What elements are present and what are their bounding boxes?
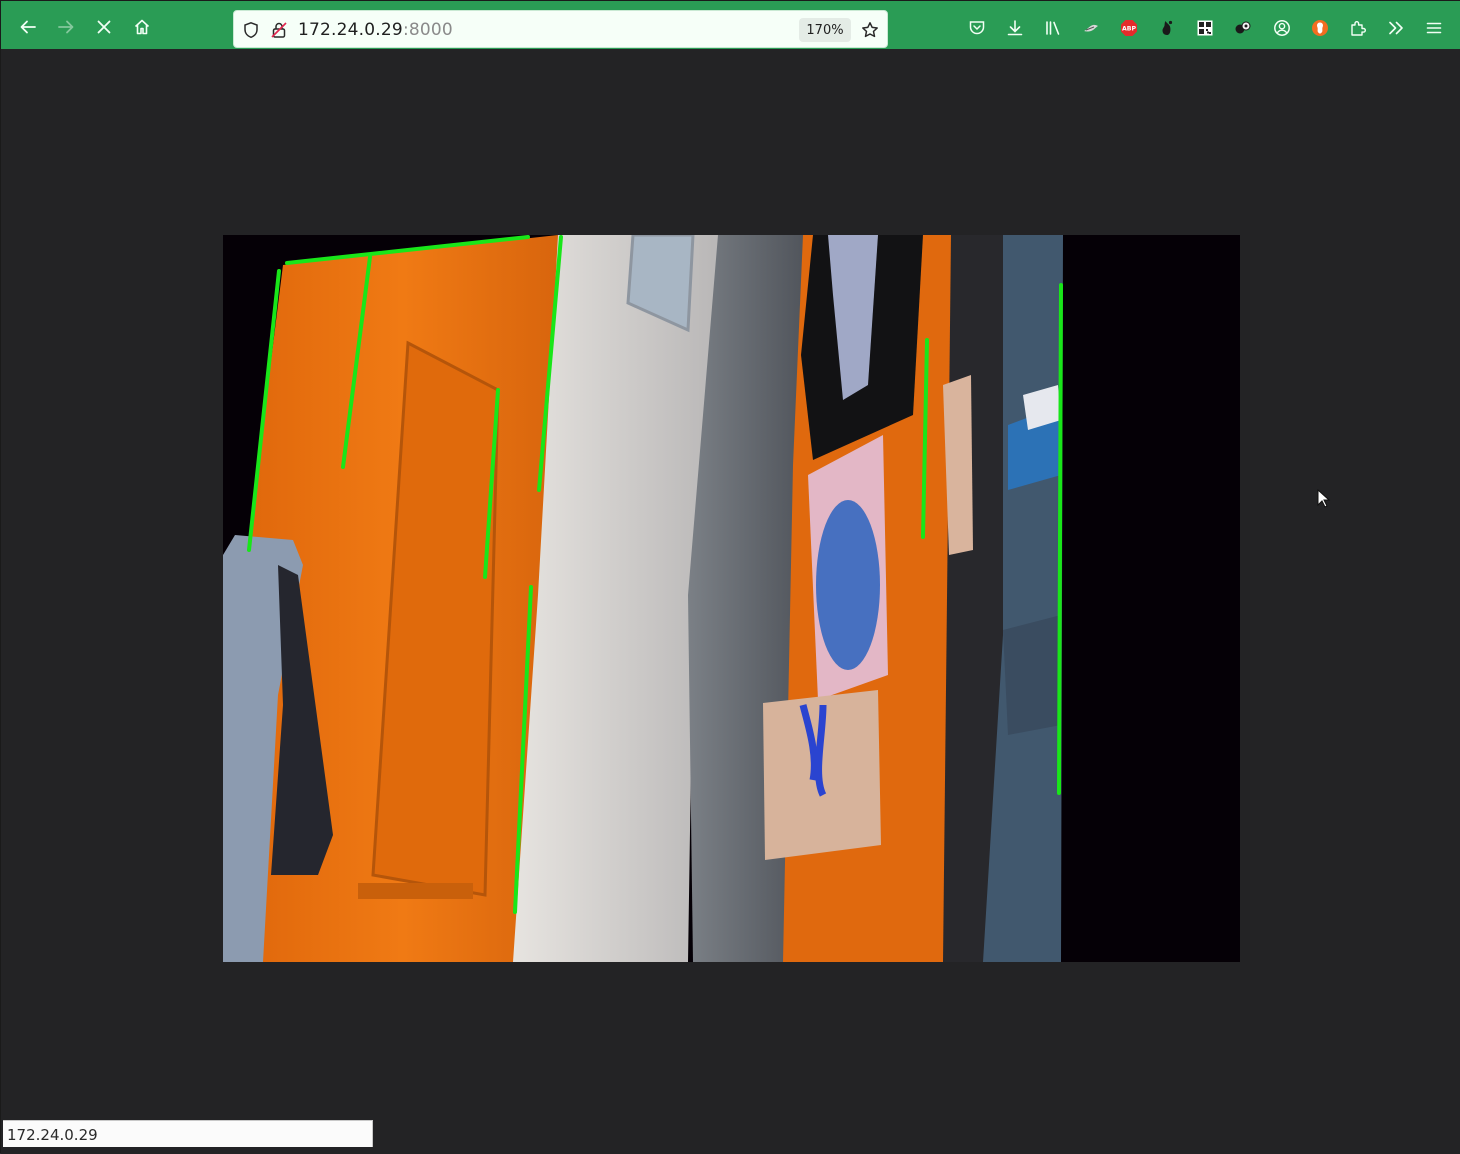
bookmark-star-icon[interactable] bbox=[861, 21, 879, 39]
back-icon bbox=[20, 20, 36, 34]
adblock-plus-button[interactable]: ABP bbox=[1119, 18, 1139, 38]
insecure-lock-icon[interactable] bbox=[270, 21, 288, 39]
extensions-button[interactable] bbox=[1348, 18, 1368, 38]
video-stream bbox=[223, 235, 1240, 962]
library-button[interactable] bbox=[1043, 18, 1063, 38]
url-host: 172.24.0.29 bbox=[298, 20, 403, 40]
detected-line bbox=[1057, 283, 1063, 795]
library-icon bbox=[1046, 21, 1060, 35]
video-frame bbox=[223, 235, 1240, 962]
poster-circle bbox=[816, 500, 880, 670]
navigation-toolbar: 172.24.0.29:8000 170% ABP bbox=[1, 5, 1460, 49]
mouse-cursor-icon bbox=[1317, 489, 1331, 508]
forward-button[interactable] bbox=[52, 13, 80, 41]
extension-button-3[interactable] bbox=[1233, 18, 1253, 38]
browser-window: 172.24.0.29:8000 170% ABP 172.24.0.29 bbox=[0, 0, 1460, 1154]
adblock-plus-icon: ABP bbox=[1121, 20, 1137, 36]
extension-button-2[interactable] bbox=[1157, 18, 1177, 38]
overflow-chevron-icon bbox=[1389, 21, 1403, 35]
extensions-puzzle-icon bbox=[1351, 21, 1366, 36]
shelf-items bbox=[1003, 615, 1061, 735]
brave-button[interactable] bbox=[1310, 18, 1330, 38]
forward-icon bbox=[58, 20, 74, 34]
extension-button-1[interactable] bbox=[1081, 18, 1101, 38]
home-button[interactable] bbox=[128, 13, 156, 41]
brave-icon bbox=[1312, 20, 1328, 36]
pocket-icon bbox=[969, 21, 985, 35]
download-icon bbox=[1007, 20, 1023, 36]
zoom-level-button[interactable]: 170% bbox=[799, 18, 851, 42]
page-content bbox=[1, 49, 1460, 1154]
home-icon bbox=[134, 19, 150, 35]
extension-icon bbox=[1084, 24, 1098, 32]
url-text[interactable]: 172.24.0.29:8000 bbox=[298, 20, 453, 40]
app-menu-button[interactable] bbox=[1424, 18, 1444, 38]
door-panel-bottom bbox=[358, 883, 473, 899]
overflow-button[interactable] bbox=[1386, 18, 1406, 38]
qr-code-button[interactable] bbox=[1195, 18, 1215, 38]
url-port: :8000 bbox=[402, 20, 453, 40]
extension-icon bbox=[1235, 21, 1251, 34]
qr-code-icon bbox=[1197, 20, 1213, 36]
menu-icon bbox=[1426, 22, 1442, 34]
stop-button[interactable] bbox=[90, 13, 118, 41]
stop-icon bbox=[97, 20, 111, 34]
account-button[interactable] bbox=[1272, 18, 1292, 38]
downloads-button[interactable] bbox=[1005, 18, 1025, 38]
account-icon bbox=[1274, 20, 1290, 36]
svg-text:ABP: ABP bbox=[1122, 26, 1137, 33]
back-button[interactable] bbox=[14, 13, 42, 41]
extension-icon bbox=[1162, 20, 1173, 35]
link-status-tooltip: 172.24.0.29 bbox=[3, 1120, 373, 1147]
pocket-button[interactable] bbox=[967, 18, 987, 38]
shield-icon[interactable] bbox=[242, 21, 260, 39]
address-bar[interactable]: 172.24.0.29:8000 170% bbox=[233, 10, 888, 48]
